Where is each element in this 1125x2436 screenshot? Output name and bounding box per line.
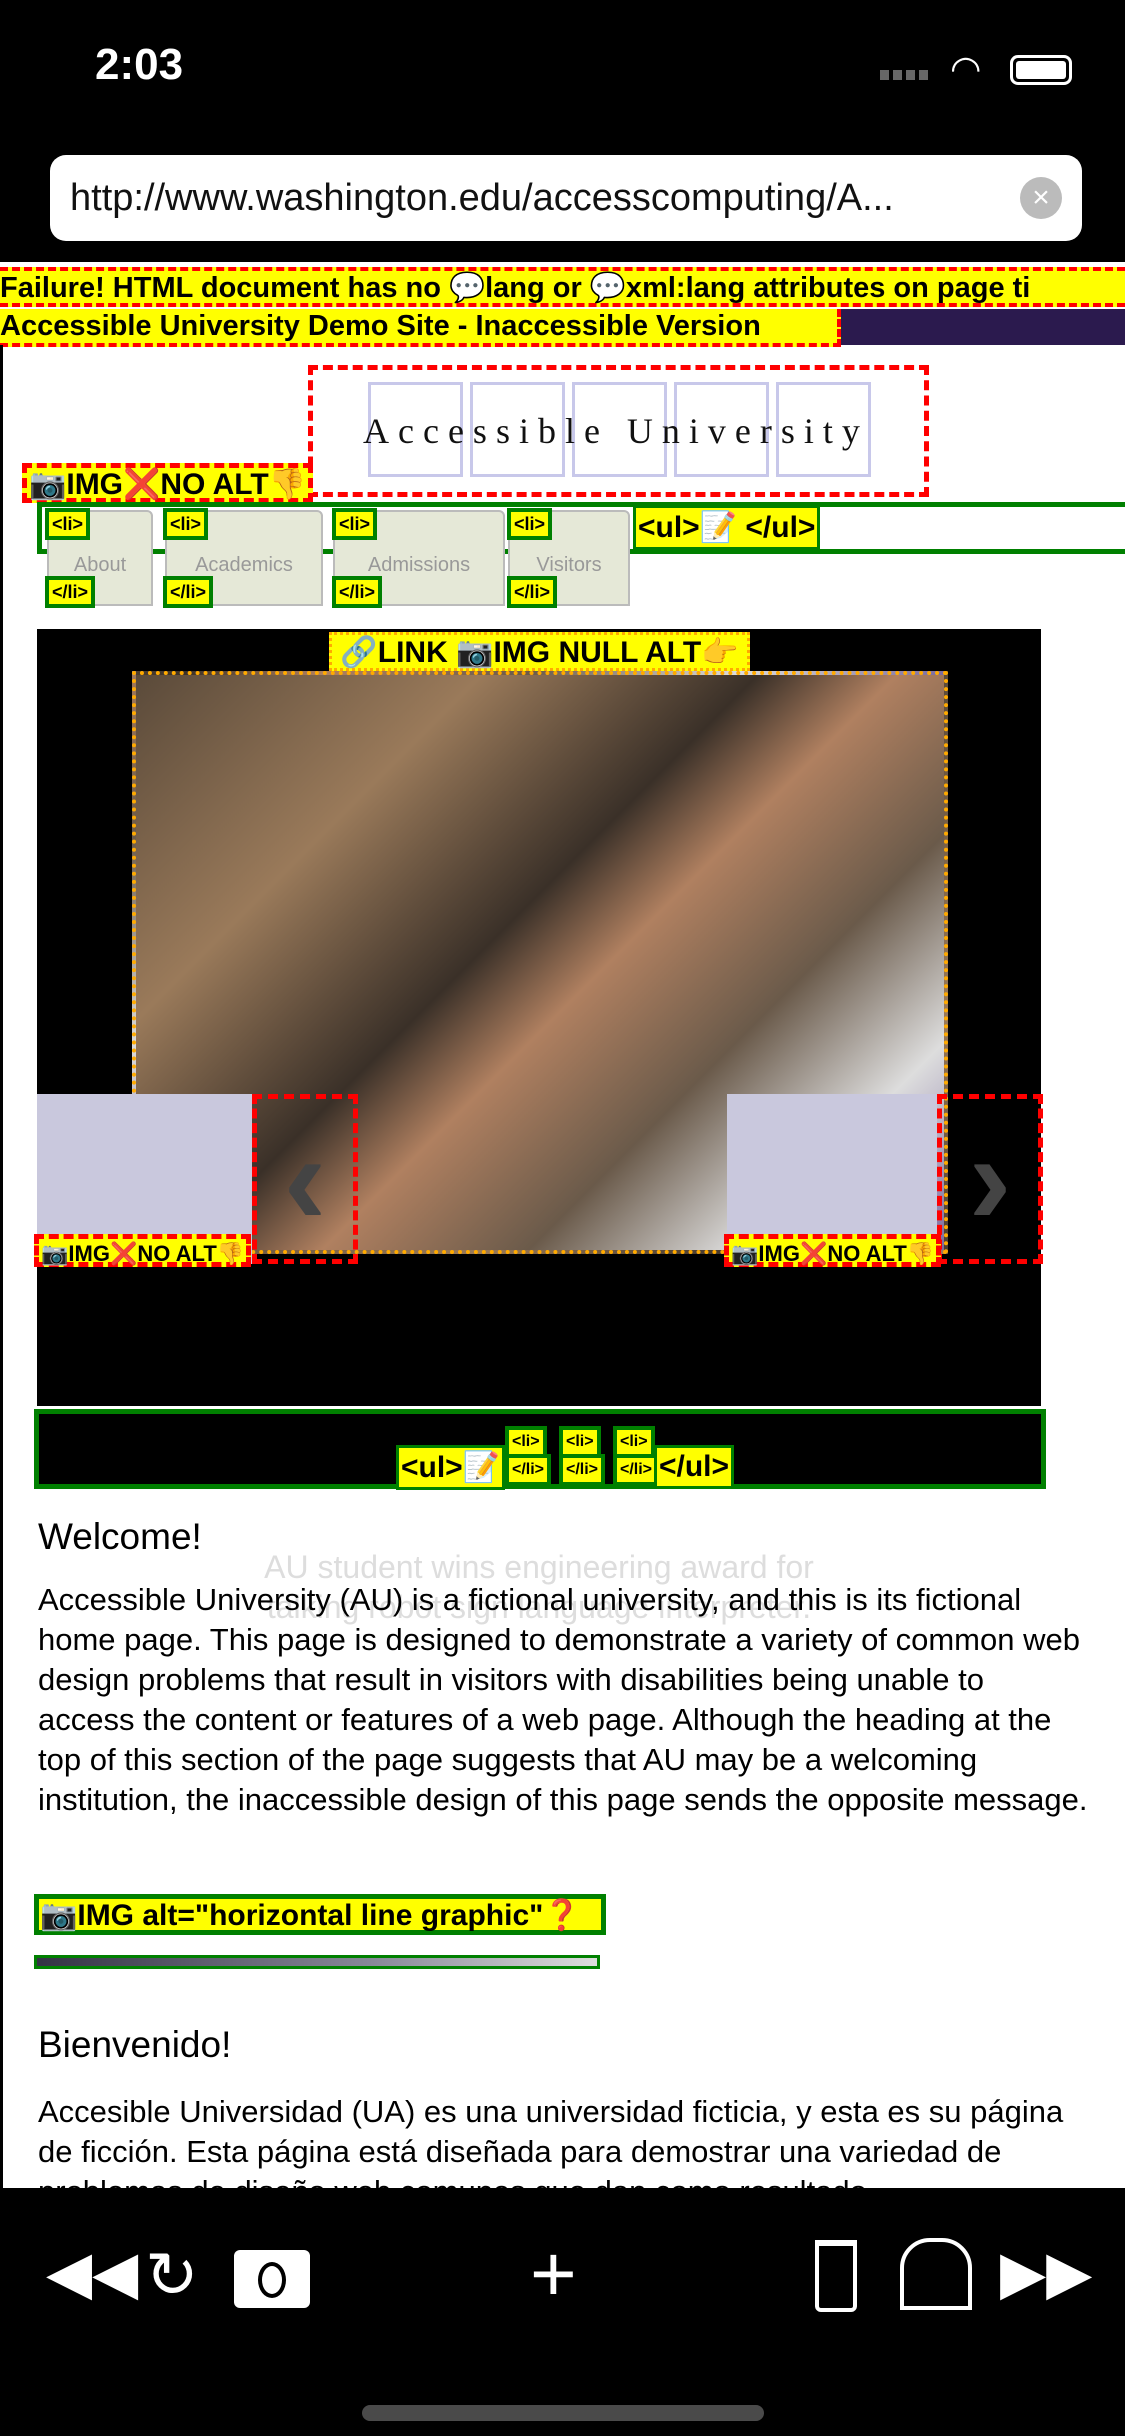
- link-null-alt-label: 🔗LINK 📷IMG NULL ALT👉: [329, 632, 750, 671]
- img-no-alt-label: 📷IMG❌NO ALT👎: [724, 1234, 942, 1267]
- clear-url-icon[interactable]: ×: [1020, 177, 1062, 219]
- ul-close-label: </ul>: [745, 511, 816, 544]
- url-field[interactable]: http://www.washington.edu/accesscomputin…: [50, 155, 1082, 241]
- site-title: Accessible University Demo Site - Inacce…: [0, 309, 841, 347]
- tab-label: About: [73, 554, 127, 576]
- home-indicator[interactable]: [362, 2405, 764, 2421]
- li-close-label: </li>: [332, 576, 383, 608]
- tab-label: Admissions: [367, 554, 471, 576]
- prev-arrow-icon[interactable]: ‹: [252, 1094, 358, 1264]
- li-close-label: </li>: [507, 576, 558, 608]
- page-border: [0, 345, 3, 2188]
- fast-forward-icon[interactable]: ▶▶: [1000, 2238, 1092, 2308]
- logo-text: Accessible University: [363, 411, 869, 451]
- status-bar: 2:03 ◠: [0, 0, 1125, 140]
- img-no-alt-label: 📷IMG❌NO ALT👎: [34, 1234, 252, 1267]
- bottom-toolbar: ◀◀ ↻ + ▶▶: [0, 2188, 1125, 2436]
- slide-controls-list: <ul>📝 <li> <li> <li> </li> </li> </li> <…: [34, 1409, 1046, 1490]
- horizontal-line-graphic: [34, 1955, 600, 1969]
- slideshow: 🔗LINK 📷IMG NULL ALT👉 ‹ › 📷IMG❌NO ALT👎 📷I…: [34, 629, 1043, 1625]
- ul-open-label: <ul>📝: [396, 1445, 506, 1490]
- bookmarks-icon[interactable]: [900, 2238, 972, 2310]
- clock: 2:03: [95, 40, 184, 89]
- lang-failure-banner: Failure! HTML document has no 💬lang or 💬…: [0, 267, 1125, 307]
- bienvenido-heading: Bienvenido!: [38, 2024, 232, 2065]
- ul-open-label: <ul>📝: [638, 511, 738, 544]
- web-page: Failure! HTML document has no 💬lang or 💬…: [0, 262, 1125, 2188]
- img-no-alt-label: 📷IMG❌NO ALT👎: [22, 463, 313, 503]
- welcome-heading: Welcome!: [38, 1516, 202, 1557]
- logo-image: Accessible University: [308, 365, 929, 497]
- li-close-label: </li>: [163, 576, 214, 608]
- next-arrow-icon[interactable]: ›: [937, 1094, 1043, 1264]
- img-alt-label: 📷IMG alt="horizontal line graphic"❓: [34, 1894, 606, 1935]
- reload-icon[interactable]: ↻: [145, 2238, 199, 2313]
- li-close-label: </li>: [505, 1454, 552, 1486]
- add-icon[interactable]: +: [530, 2228, 577, 2320]
- tab-label: Visitors: [536, 554, 602, 576]
- battery-icon: [1010, 55, 1072, 85]
- li-open-label: <li>: [163, 508, 209, 540]
- li-open-label: <li>: [507, 508, 553, 540]
- rewind-icon[interactable]: ◀◀: [46, 2238, 138, 2308]
- welcome-text: Accessible University (AU) is a fictiona…: [38, 1582, 1088, 1817]
- camera-icon[interactable]: [234, 2250, 310, 2308]
- li-close-label: </li>: [559, 1454, 606, 1486]
- signal-icon: [880, 70, 928, 80]
- li-open-label: <li>: [332, 508, 378, 540]
- ul-labels: <ul>📝 </ul>: [633, 505, 821, 550]
- tab-label: Academics: [195, 554, 293, 576]
- url-text: http://www.washington.edu/accesscomputin…: [70, 177, 894, 219]
- li-close-label: </li>: [613, 1454, 660, 1486]
- li-open-label: <li>: [45, 508, 91, 540]
- li-close-label: </li>: [45, 576, 96, 608]
- bienvenido-text: Accesible Universidad (UA) es una univer…: [38, 2094, 1064, 2188]
- trash-icon[interactable]: [815, 2240, 857, 2312]
- wifi-icon: ◠: [950, 48, 982, 89]
- ul-close-label: </ul>: [654, 1445, 735, 1489]
